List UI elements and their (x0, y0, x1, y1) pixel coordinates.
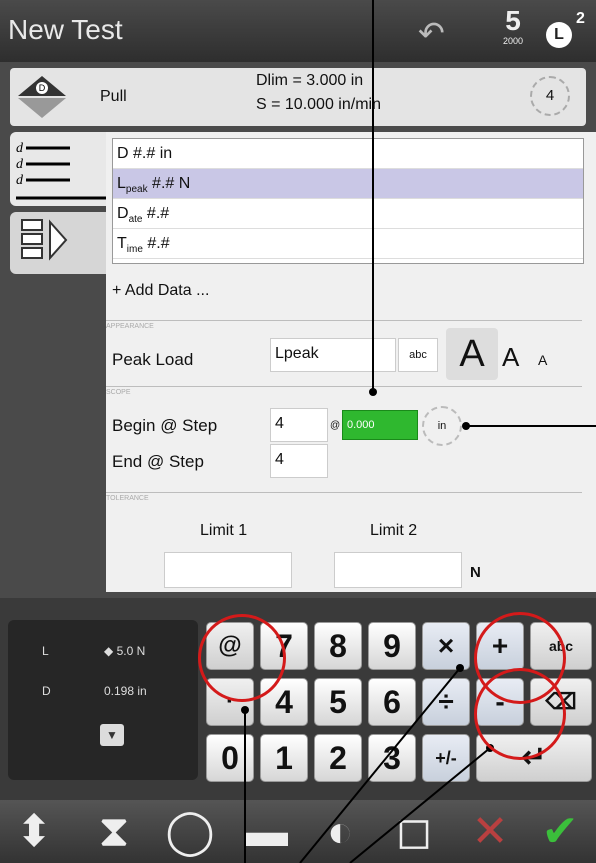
at-sign: @ (330, 420, 341, 431)
unit-dial[interactable]: in (422, 406, 462, 446)
tab-data-list[interactable]: d d d (10, 132, 108, 206)
comment-icon[interactable]: ◻ (388, 808, 440, 856)
hourglass-icon[interactable]: ⧗ (88, 808, 140, 856)
section-label-tolerance: TOLERANCE (106, 495, 149, 502)
pull-direction-icon: D (18, 76, 66, 118)
label-input[interactable]: Lpeak (270, 338, 396, 372)
step-number-dial[interactable]: 4 (530, 76, 570, 116)
svg-text:d: d (16, 141, 24, 156)
appearance-label: Peak Load (112, 350, 194, 369)
limit2-label: Limit 2 (370, 522, 418, 539)
bottom-toolbar: ⬍ ⧗ ◯ ▬ ◐ ◻ ✕ ✔ (0, 800, 596, 863)
annotation-dot (241, 706, 249, 714)
annotation-dot (369, 388, 377, 396)
key-multiply[interactable]: × (422, 622, 470, 670)
data-list-icon: d d d (16, 141, 106, 200)
abc-keyboard-button[interactable]: abc (398, 338, 438, 372)
load-label: L (42, 644, 49, 658)
limit1-label: Limit 1 (200, 522, 248, 539)
begin-step-label: Begin @ Step (112, 416, 218, 435)
undo-icon[interactable]: ↶ (418, 14, 445, 52)
step-count-value: 5 (505, 5, 521, 36)
annotation-dot (462, 422, 470, 430)
live-readout: L ◆ 5.0 N D 0.198 in ▼ (8, 620, 198, 780)
font-size-medium-button[interactable]: A (502, 342, 519, 373)
profile-superscript: 2 (576, 10, 585, 27)
steps-icon (21, 219, 68, 261)
list-item-selected[interactable]: Lpeak #.# N (113, 169, 583, 199)
distance-value: 0.198 in (104, 684, 147, 698)
key-1[interactable]: 1 (260, 734, 308, 782)
divider (106, 320, 582, 321)
key-9[interactable]: 9 (368, 622, 416, 670)
limit2-input[interactable] (334, 552, 462, 588)
checker-icon[interactable]: ◐ (314, 808, 366, 856)
annotation-line (372, 0, 374, 392)
distance-label: D (42, 684, 51, 698)
key-2[interactable]: 2 (314, 734, 362, 782)
step-count-sub: 2000 (502, 36, 524, 46)
speed-value: S = 10.000 in/min (256, 96, 381, 113)
distance-limit: Dlim = 3.000 in (256, 72, 364, 89)
key-plus-minus[interactable]: +/- (422, 734, 470, 782)
highlight-circle (474, 668, 566, 760)
section-label-scope: SCOPE (106, 389, 131, 396)
divider (106, 492, 582, 493)
cancel-icon[interactable]: ✕ (464, 808, 516, 856)
end-step-input[interactable]: 4 (270, 444, 328, 478)
annotation-line (244, 710, 246, 863)
list-item[interactable]: Time #.# (113, 229, 583, 259)
updown-icon[interactable]: ⬍ (8, 808, 60, 856)
begin-step-input[interactable]: 4 (270, 408, 328, 442)
key-5[interactable]: 5 (314, 678, 362, 726)
highlight-circle (198, 614, 286, 702)
cycle-icon[interactable]: ◯ (164, 808, 216, 856)
pull-summary-row[interactable]: D Pull Dlim = 3.000 in S = 10.000 in/min… (10, 68, 586, 126)
title-bar: New Test ↶ 5 2000 L 2 (0, 0, 596, 62)
data-list[interactable]: D #.# in Lpeak #.# N Date #.# Time #.# (112, 138, 584, 264)
limit1-input[interactable] (164, 552, 292, 588)
key-8[interactable]: 8 (314, 622, 362, 670)
key-0[interactable]: 0 (206, 734, 254, 782)
list-item[interactable]: Date #.# (113, 199, 583, 229)
font-size-small-button[interactable]: A (538, 352, 547, 368)
load-value: ◆ 5.0 N (104, 644, 146, 658)
tab-steps[interactable] (10, 212, 108, 274)
key-6[interactable]: 6 (368, 678, 416, 726)
svg-text:d: d (16, 173, 24, 188)
step-counter[interactable]: 5 2000 (496, 4, 530, 46)
profile-button[interactable]: L (546, 22, 572, 48)
svg-text:D: D (39, 83, 46, 93)
divider (106, 386, 582, 387)
data-settings-panel: D #.# in Lpeak #.# N Date #.# Time #.# +… (106, 132, 596, 592)
pause-icon[interactable]: ▬ (240, 808, 292, 856)
accept-icon[interactable]: ✔ (534, 808, 586, 856)
end-step-label: End @ Step (112, 452, 204, 471)
section-label-appearance: APPEARANCE (106, 323, 154, 330)
pull-label: Pull (100, 88, 127, 105)
begin-distance-input[interactable]: 0.000 (342, 410, 418, 440)
list-item[interactable]: D #.# in (113, 139, 583, 169)
key-divide[interactable]: ÷ (422, 678, 470, 726)
page-title: New Test (8, 14, 123, 45)
svg-text:d: d (16, 157, 24, 172)
add-data-button[interactable]: + Add Data ... (112, 282, 209, 300)
app-screen: New Test ↶ 5 2000 L 2 D Pull Dlim = 3.00… (0, 0, 596, 863)
zero-icon[interactable]: ▼ (100, 724, 124, 746)
limit-unit: N (470, 564, 481, 581)
annotation-line (466, 425, 596, 427)
font-size-large-button[interactable]: A (446, 328, 498, 380)
key-3[interactable]: 3 (368, 734, 416, 782)
